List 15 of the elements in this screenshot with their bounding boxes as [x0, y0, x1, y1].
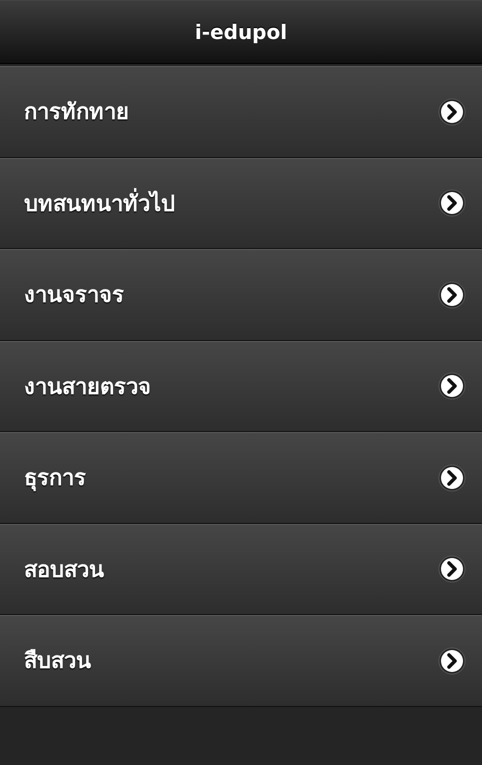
chevron-right-icon: [438, 98, 466, 126]
list-item[interactable]: งานสายตรวจ: [0, 340, 482, 432]
list-item[interactable]: การทักทาย: [0, 66, 482, 158]
chevron-right-icon: [438, 464, 466, 492]
list-item[interactable]: สืบสวน: [0, 615, 482, 706]
list-item[interactable]: ธุรการ: [0, 432, 482, 524]
chevron-right-icon: [438, 372, 466, 400]
chevron-right-icon: [438, 555, 466, 584]
chevron-right-icon: [438, 280, 466, 309]
chevron-right-icon: [438, 646, 466, 675]
app-title: i-edupol: [194, 20, 288, 44]
list-item[interactable]: งานจราจร: [0, 249, 482, 340]
list-item[interactable]: สอบสวน: [0, 524, 482, 615]
list-item[interactable]: บทสนทนาทั่วไป: [0, 158, 482, 249]
chevron-right-icon: [438, 189, 466, 218]
